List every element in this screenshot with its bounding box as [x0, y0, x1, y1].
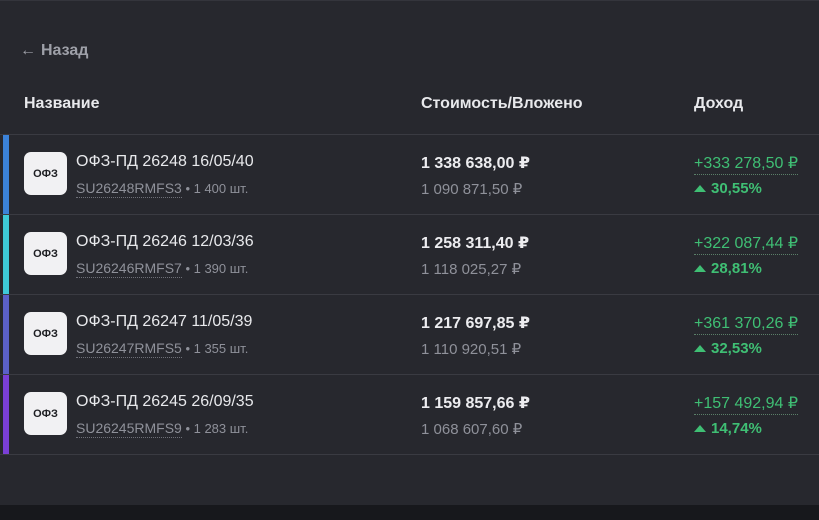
column-header-name: Название: [24, 95, 100, 112]
column-header-value: Стоимость/Вложено: [421, 95, 583, 112]
bond-quantity: • 1 355 шт.: [181, 341, 249, 356]
triangle-up-icon: [694, 265, 706, 272]
table-row[interactable]: ОФЗ ОФЗ-ПД 26245 26/09/35 SU26245RMFS9 •…: [0, 375, 819, 455]
arrow-left-icon: ←: [20, 42, 36, 59]
bond-ticker[interactable]: SU26245RMFS9: [76, 420, 182, 438]
current-value: 1 338 638,00 ₽: [421, 155, 530, 172]
bond-logo: ОФЗ: [24, 152, 67, 195]
table-row[interactable]: ОФЗ ОФЗ-ПД 26246 12/03/36 SU26246RMFS7 •…: [0, 215, 819, 295]
bond-subtitle: SU26246RMFS7 • 1 390 шт.: [76, 260, 249, 278]
invested-amount: 1 090 871,50 ₽: [421, 181, 523, 198]
triangle-up-icon: [694, 185, 706, 192]
row-color-stripe: [3, 375, 9, 454]
bond-ticker[interactable]: SU26246RMFS7: [76, 260, 182, 278]
income-percent-value: 32,53%: [711, 340, 762, 357]
table-row[interactable]: ОФЗ ОФЗ-ПД 26247 11/05/39 SU26247RMFS5 •…: [0, 295, 819, 375]
bond-subtitle: SU26245RMFS9 • 1 283 шт.: [76, 420, 249, 438]
bond-quantity: • 1 400 шт.: [181, 181, 249, 196]
invested-amount: 1 118 025,27 ₽: [421, 261, 522, 278]
bond-title: ОФЗ-ПД 26245 26/09/35: [76, 393, 254, 410]
column-header-income: Доход: [694, 95, 744, 112]
triangle-up-icon: [694, 345, 706, 352]
row-color-stripe: [3, 295, 9, 374]
income-percent: 14,74%: [694, 420, 762, 437]
bond-logo: ОФЗ: [24, 312, 67, 355]
current-value: 1 217 697,85 ₽: [421, 315, 530, 332]
portfolio-panel: ← Назад Название Стоимость/Вложено Доход…: [0, 0, 819, 505]
income-amount[interactable]: +157 492,94 ₽: [694, 393, 799, 415]
income-amount[interactable]: +322 087,44 ₽: [694, 233, 799, 255]
income-percent: 30,55%: [694, 180, 762, 197]
invested-amount: 1 068 607,60 ₽: [421, 421, 523, 438]
bond-title: ОФЗ-ПД 26248 16/05/40: [76, 153, 254, 170]
bond-subtitle: SU26247RMFS5 • 1 355 шт.: [76, 340, 249, 358]
bond-quantity: • 1 390 шт.: [181, 261, 249, 276]
income-percent-value: 14,74%: [711, 420, 762, 437]
row-color-stripe: [3, 215, 9, 294]
back-button[interactable]: ← Назад: [20, 42, 88, 60]
income-amount[interactable]: +333 278,50 ₽: [694, 153, 799, 175]
current-value: 1 258 311,40 ₽: [421, 235, 530, 252]
bond-title: ОФЗ-ПД 26247 11/05/39: [76, 313, 253, 330]
table-row[interactable]: ОФЗ ОФЗ-ПД 26248 16/05/40 SU26248RMFS3 •…: [0, 135, 819, 215]
table-header: Название Стоимость/Вложено Доход: [0, 95, 819, 115]
income-percent: 28,81%: [694, 260, 762, 277]
invested-amount: 1 110 920,51 ₽: [421, 341, 522, 358]
bond-ticker[interactable]: SU26248RMFS3: [76, 180, 182, 198]
bond-list: ОФЗ ОФЗ-ПД 26248 16/05/40 SU26248RMFS3 •…: [0, 134, 819, 455]
bond-ticker[interactable]: SU26247RMFS5: [76, 340, 182, 358]
row-color-stripe: [3, 135, 9, 214]
bond-logo: ОФЗ: [24, 392, 67, 435]
bond-logo: ОФЗ: [24, 232, 67, 275]
triangle-up-icon: [694, 425, 706, 432]
income-percent: 32,53%: [694, 340, 762, 357]
income-percent-value: 30,55%: [711, 180, 762, 197]
back-label: Назад: [41, 42, 89, 59]
bond-title: ОФЗ-ПД 26246 12/03/36: [76, 233, 254, 250]
bond-subtitle: SU26248RMFS3 • 1 400 шт.: [76, 180, 249, 198]
bond-quantity: • 1 283 шт.: [181, 421, 249, 436]
income-percent-value: 28,81%: [711, 260, 762, 277]
income-amount[interactable]: +361 370,26 ₽: [694, 313, 799, 335]
current-value: 1 159 857,66 ₽: [421, 395, 530, 412]
